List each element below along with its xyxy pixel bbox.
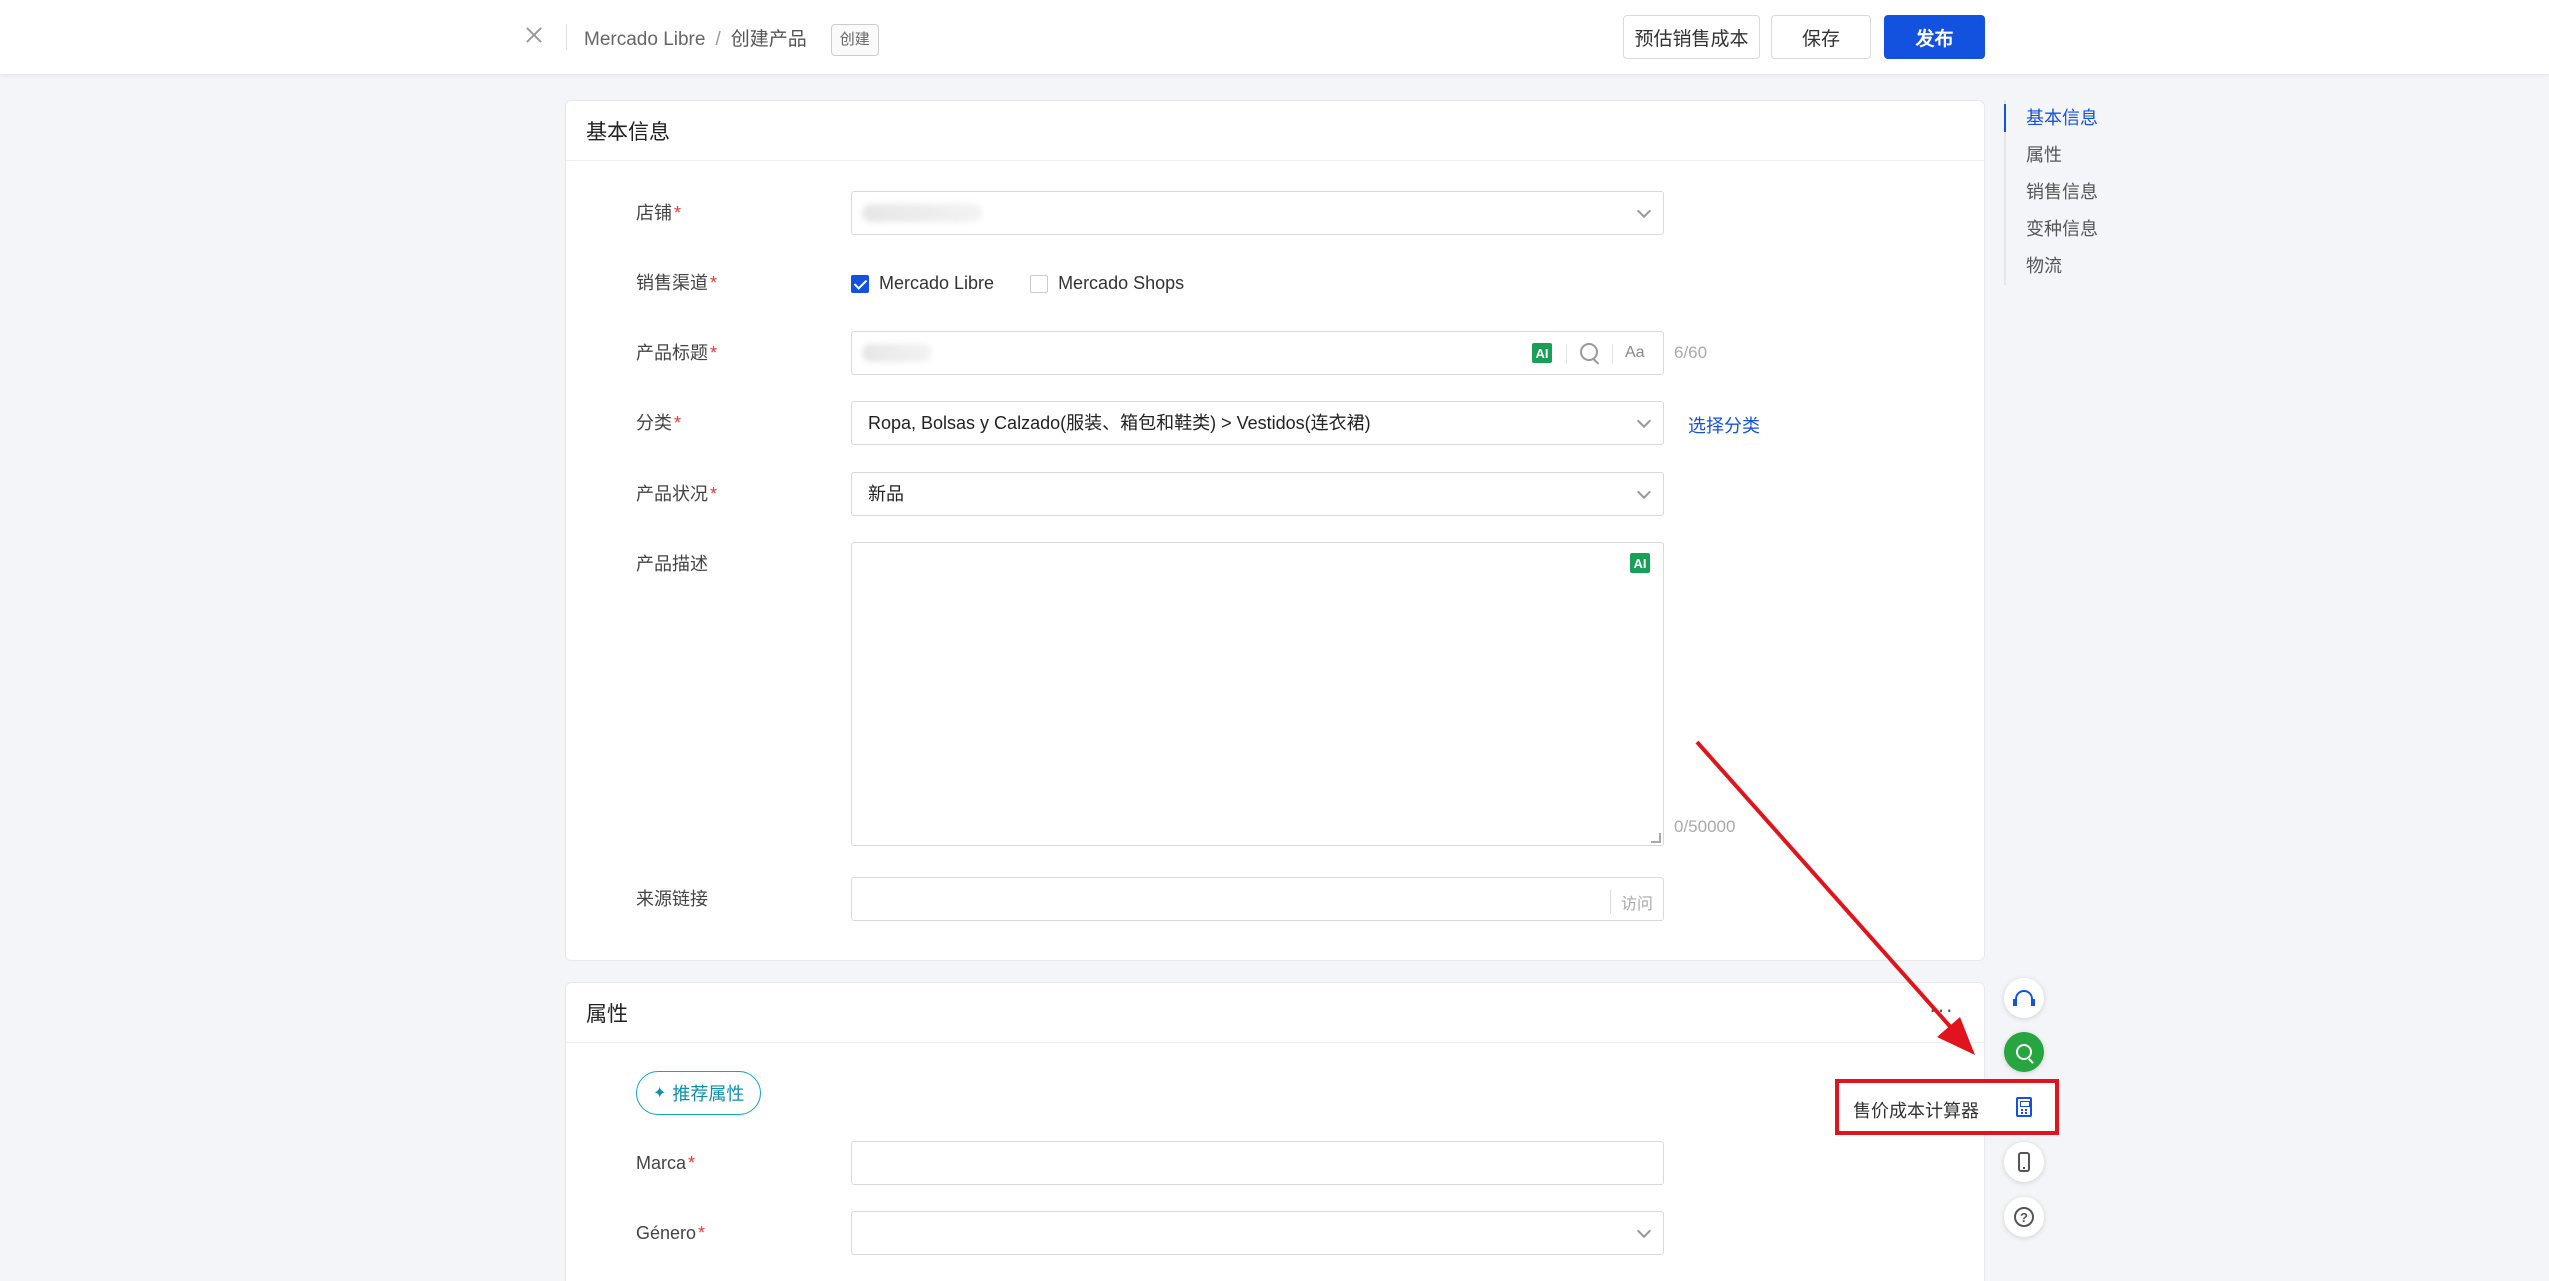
attributes-card: 属性 ··· ✦ 推荐属性 Marca * Género * (565, 982, 1985, 1281)
anchor-logistics[interactable]: 物流 (2006, 248, 2098, 285)
anchor-basic-info[interactable]: 基本信息 (2004, 100, 2098, 137)
zoom-search-icon[interactable] (1580, 343, 1598, 361)
mode-badge: 创建 (830, 24, 879, 56)
select-category-link[interactable]: 选择分类 (1688, 412, 1760, 438)
chevron-down-icon (1636, 203, 1652, 219)
section-anchor-nav: 基本信息 属性 销售信息 变种信息 物流 (2004, 100, 2098, 285)
gender-label: Género * (636, 1223, 706, 1243)
estimate-cost-button[interactable]: 预估销售成本 (1623, 15, 1760, 59)
brand-label: Marca * (636, 1153, 696, 1173)
title-char-counter: 6/60 (1674, 343, 1708, 362)
category-value: Ropa, Bolsas y Calzado(服装、箱包和鞋类) > Vesti… (868, 413, 1371, 433)
close-icon[interactable] (521, 22, 547, 48)
price-calculator-button[interactable] (2004, 1087, 2044, 1127)
condition-value: 新品 (868, 484, 904, 504)
section-title: 属性 (566, 983, 1984, 1043)
section-title: 基本信息 (566, 101, 1984, 161)
category-select[interactable]: Ropa, Bolsas y Calzado(服装、箱包和鞋类) > Vesti… (851, 401, 1664, 445)
gender-select[interactable] (851, 1211, 1664, 1255)
chevron-down-icon (1636, 1223, 1652, 1239)
breadcrumb-root[interactable]: Mercado Libre (584, 27, 705, 53)
breadcrumb-separator: / (715, 29, 721, 50)
condition-select[interactable]: 新品 (851, 472, 1664, 516)
divider (566, 24, 567, 50)
ai-generate-icon[interactable]: AI (1532, 343, 1552, 363)
customer-service-button[interactable] (2004, 978, 2044, 1018)
breadcrumb: Mercado Libre / 创建产品 创建 (584, 24, 879, 56)
breadcrumb-current: 创建产品 (730, 29, 807, 50)
headset-icon (2013, 990, 2035, 1006)
top-bar: Mercado Libre / 创建产品 创建 预估销售成本 保存 发布 (0, 0, 2549, 74)
save-button[interactable]: 保存 (1771, 15, 1871, 59)
source-link-label: 来源链接 (636, 889, 708, 909)
divider (1612, 344, 1613, 364)
redacted-value (862, 204, 982, 222)
brand-input[interactable] (851, 1141, 1664, 1185)
condition-label: 产品状况 * (636, 484, 718, 504)
ai-generate-icon[interactable]: AI (1630, 553, 1650, 573)
chevron-down-icon (1636, 484, 1652, 500)
source-link-input[interactable]: 访问 (851, 877, 1664, 921)
anchor-variants[interactable]: 变种信息 (2006, 211, 2098, 248)
mobile-preview-button[interactable] (2004, 1142, 2044, 1182)
resize-handle-icon[interactable] (1651, 833, 1661, 843)
calculator-tooltip: 售价成本计算器 (1853, 1101, 1979, 1121)
help-button[interactable]: ? (2004, 1197, 2044, 1237)
visit-button[interactable]: 访问 (1609, 890, 1653, 914)
redacted-value (862, 344, 932, 362)
divider (1566, 344, 1567, 364)
calculator-icon (2016, 1097, 2032, 1117)
description-label: 产品描述 (636, 554, 708, 574)
shop-select[interactable] (851, 191, 1664, 235)
channel-mercado-libre[interactable]: Mercado Libre (851, 273, 994, 294)
channel-label: 销售渠道 * (636, 273, 718, 293)
mobile-phone-icon (2018, 1152, 2030, 1172)
more-options-icon[interactable]: ··· (1929, 997, 1954, 1023)
recommend-attributes-button[interactable]: ✦ 推荐属性 (636, 1071, 762, 1115)
shop-label: 店铺 * (636, 203, 682, 223)
help-icon: ? (2014, 1207, 2034, 1227)
channel-checkboxes: Mercado Libre Mercado Shops (851, 273, 1220, 294)
category-label: 分类 * (636, 413, 682, 433)
description-char-counter: 0/50000 (1674, 817, 1736, 836)
search-tool-button[interactable] (2004, 1032, 2044, 1072)
channel-mercado-shops[interactable]: Mercado Shops (1030, 273, 1184, 294)
sparkle-icon: ✦ (653, 1085, 667, 1102)
anchor-sales-info[interactable]: 销售信息 (2006, 174, 2098, 211)
search-icon (2016, 1044, 2032, 1060)
text-case-icon[interactable]: Aa (1625, 344, 1645, 362)
product-title-label: 产品标题 * (636, 343, 718, 363)
anchor-attributes[interactable]: 属性 (2006, 137, 2098, 174)
chevron-down-icon (1636, 413, 1652, 429)
checkbox-checked[interactable] (851, 274, 869, 293)
basic-info-card: 基本信息 店铺 * 销售渠道 * Mercado Libre Mercado Sho… (565, 100, 1985, 961)
description-textarea[interactable]: AI (851, 542, 1664, 846)
publish-button[interactable]: 发布 (1884, 15, 1985, 59)
checkbox-unchecked[interactable] (1030, 274, 1049, 293)
product-title-input[interactable]: AI Aa (851, 331, 1664, 375)
